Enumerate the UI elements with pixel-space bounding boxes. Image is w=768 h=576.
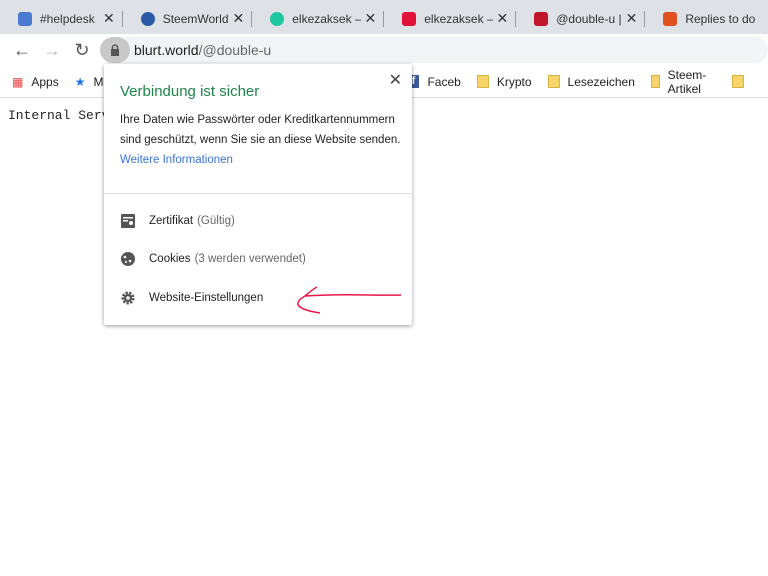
apps-grid-icon: ▦ [12,74,24,89]
tab[interactable]: elkezaksek — ✕ [384,3,517,34]
close-icon[interactable]: ✕ [389,70,402,90]
blurt-icon [534,11,549,26]
more-info-link[interactable]: Weitere Informationen [120,150,405,170]
bookmark-folder[interactable] [732,75,752,88]
discord-icon [18,11,32,26]
lock-icon[interactable] [100,37,130,63]
steemworld-icon [140,11,155,26]
popup-description: Ihre Daten wie Passwörter oder Kreditkar… [120,114,401,146]
folder-icon [650,75,660,88]
close-tab-icon[interactable]: ✕ [497,10,509,27]
bookmark[interactable]: ★ M [75,75,104,89]
reload-icon[interactable]: ↻ [70,40,94,61]
bookmark-folder[interactable]: Steem-Artikel [650,68,716,96]
tab[interactable]: Replies to do [645,3,768,34]
star-icon: ★ [74,74,86,89]
close-tab-icon[interactable]: ✕ [365,10,377,27]
bookmark-folder[interactable]: Lesezeichen [547,75,635,89]
certificate-item[interactable]: Zertifikat (Gültig) [120,213,235,229]
folder-icon [732,75,744,88]
close-tab-icon[interactable]: ✕ [103,10,115,27]
tab[interactable]: #helpdesk ✕ [0,3,123,34]
certificate-icon [121,214,135,228]
tab[interactable]: elkezaksek — ✕ [252,3,385,34]
site-icon [663,11,678,26]
bookmark-facebook[interactable]: f Faceb [407,75,461,89]
gear-icon [121,291,135,305]
tab[interactable]: @double-u | ✕ [516,3,646,34]
bookmark-folder[interactable]: Krypto [476,75,532,89]
back-icon[interactable]: ← [10,40,34,61]
tab[interactable]: SteemWorld ✕ [123,3,253,34]
tab-strip: #helpdesk ✕ SteemWorld ✕ elkezaksek — ✕ elk… [0,0,768,34]
cookies-item[interactable]: Cookies (3 werden verwendet) [120,251,306,267]
red-arrow-annotation [297,286,402,314]
close-tab-icon[interactable]: ✕ [233,10,245,27]
toolbar: ← → ↻ blurt.world/@double-u [0,34,768,66]
hive-icon [402,11,417,26]
bookmark-apps[interactable]: ▦ Apps [12,75,59,89]
divider [104,193,412,194]
forward-icon[interactable]: → [40,40,64,61]
close-tab-icon[interactable]: ✕ [626,10,638,27]
site-icon [270,11,285,26]
popup-title: Verbindung ist sicher [120,83,260,100]
url-text: blurt.world/@double-u [134,42,272,58]
site-settings-item[interactable]: Website-Einstellungen [120,290,263,306]
folder-icon [476,75,489,88]
address-bar[interactable]: blurt.world/@double-u [100,37,768,63]
folder-icon [547,75,560,88]
cookie-icon [121,252,135,266]
